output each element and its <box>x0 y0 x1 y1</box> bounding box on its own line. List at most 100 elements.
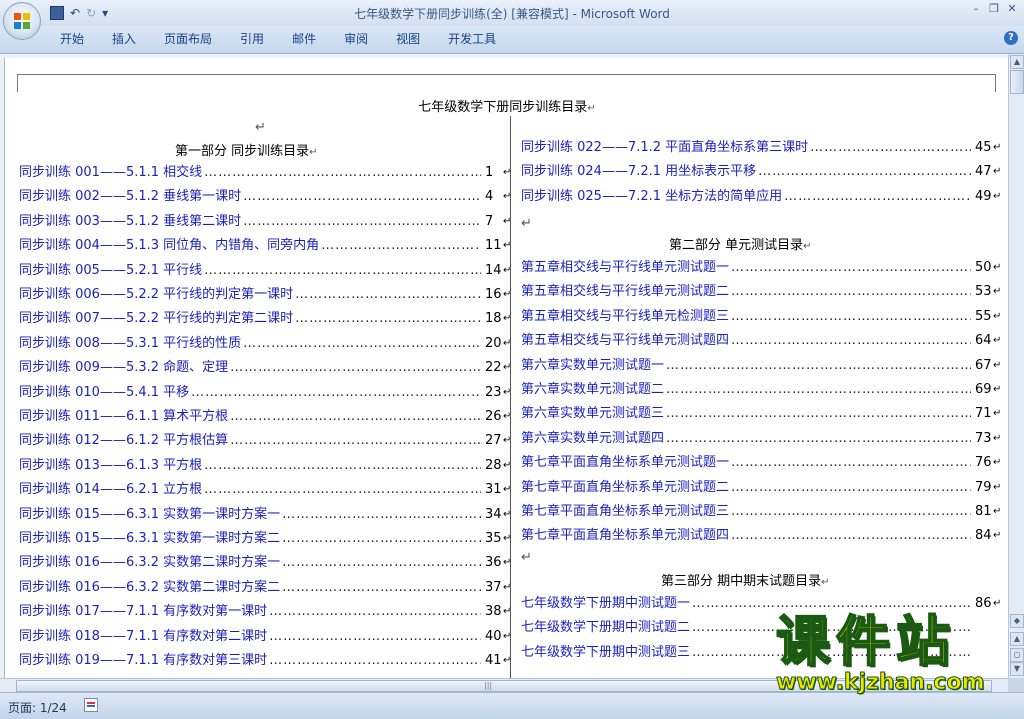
toc-entry[interactable]: 第五章相交线与平行线单元测试题四………………………………………………………………… <box>521 331 1001 351</box>
toc-entry[interactable]: 同步训练 012——6.1.2 平方根估算…………………………………………………… <box>19 431 511 451</box>
toc-entry[interactable]: 第六章实数单元测试题四……………………………………………………………………………… <box>521 429 1001 449</box>
toc-entry-label[interactable]: 同步训练 008——5.3.1 平行线的性质 <box>19 336 241 351</box>
tab-page-layout[interactable]: 页面布局 <box>150 30 226 48</box>
toc-entry-label[interactable]: 同步训练 009——5.3.2 命题、定理 <box>19 360 228 375</box>
toc-entry-label[interactable]: 同步训练 019——7.1.1 有序数对第三课时 <box>19 653 267 668</box>
toc-entry[interactable]: 第七章平面直角坐标系单元测试题四………………………………………………………………… <box>521 526 1001 546</box>
tab-references[interactable]: 引用 <box>226 30 278 48</box>
toc-entry[interactable]: 同步训练 001——5.1.1 相交线………………………………………………………… <box>19 163 511 183</box>
toc-entry-label[interactable]: 同步训练 025——7.2.1 坐标方法的简单应用 <box>521 189 782 204</box>
toc-entry-label[interactable]: 第五章相交线与平行线单元测试题二 <box>521 284 729 299</box>
toc-entry[interactable]: 同步训练 015——6.3.1 实数第一课时方案二………………………………………… <box>19 529 511 549</box>
toc-entry[interactable]: 同步训练 007——5.2.2 平行线的判定第二课时……………………………………… <box>19 309 511 329</box>
toc-entry[interactable]: 同步训练 022——7.1.2 平面直角坐标系第三课时…………………………………… <box>521 138 1001 158</box>
scroll-thumb[interactable] <box>1010 70 1024 94</box>
restore-icon[interactable]: ❐ <box>988 2 1000 15</box>
toc-entry-label[interactable]: 同步训练 006——5.2.2 平行线的判定第一课时 <box>19 287 293 302</box>
toc-entry-label[interactable]: 同步训练 015——6.3.1 实数第一课时方案二 <box>19 531 280 546</box>
toc-entry-label[interactable]: 同步训练 004——5.1.3 同位角、内错角、同旁内角 <box>19 238 319 253</box>
toc-entry[interactable]: 第五章相交线与平行线单元测试题二………………………………………………………………… <box>521 282 1001 302</box>
toc-entry[interactable]: 第六章实数单元测试题三……………………………………………………………………………… <box>521 404 1001 424</box>
toc-entry-label[interactable]: 同步训练 002——5.1.2 垂线第一课时 <box>19 189 241 204</box>
browse-object-icon[interactable]: ○ <box>1010 648 1024 662</box>
help-icon[interactable]: ? <box>1004 31 1018 45</box>
toc-entry-label[interactable]: 同步训练 007——5.2.2 平行线的判定第二课时 <box>19 311 293 326</box>
toc-entry-label[interactable]: 七年级数学下册期中测试题二 <box>521 620 690 635</box>
tab-mailings[interactable]: 邮件 <box>278 30 330 48</box>
toc-entry[interactable]: 同步训练 011——6.1.1 算术平方根…………………………………………………… <box>19 407 511 427</box>
toc-entry[interactable]: 同步训练 019——7.1.1 有序数对第三课时…………………………………………… <box>19 651 511 671</box>
toc-entry-label[interactable]: 第七章平面直角坐标系单元测试题二 <box>521 480 729 495</box>
toc-entry[interactable]: 同步训练 006——5.2.2 平行线的判定第一课时……………………………………… <box>19 285 511 305</box>
toc-entry[interactable]: 同步训练 008——5.3.1 平行线的性质………………………………………………… <box>19 334 511 354</box>
toc-entry[interactable]: 同步训练 002——5.1.2 垂线第一课时………………………………………………… <box>19 187 511 207</box>
toc-entry-label[interactable]: 第五章相交线与平行线单元测试题四 <box>521 333 729 348</box>
toc-entry-label[interactable]: 第五章相交线与平行线单元测试题一 <box>521 260 729 275</box>
toc-entry-label[interactable]: 第六章实数单元测试题三 <box>521 406 664 421</box>
next-page-icon[interactable]: ▼ <box>1010 662 1024 676</box>
toc-entry-label[interactable]: 第七章平面直角坐标系单元测试题一 <box>521 455 729 470</box>
toc-entry-label[interactable]: 同步训练 016——6.3.2 实数第二课时方案二 <box>19 580 280 595</box>
toc-entry[interactable]: 同步训练 017——7.1.1 有序数对第一课时…………………………………………… <box>19 602 511 622</box>
toc-entry[interactable]: 第六章实数单元测试题一……………………………………………………………………………… <box>521 356 1001 376</box>
toc-entry[interactable]: 第六章实数单元测试题二……………………………………………………………………………… <box>521 380 1001 400</box>
toc-leader-dots: …………………………………………………………………………………………………………… <box>269 604 481 620</box>
previous-page-icon[interactable]: ▲ <box>1010 632 1024 646</box>
tab-home[interactable]: 开始 <box>46 30 98 48</box>
toc-entry[interactable]: 同步训练 016——6.3.2 实数第二课时方案一………………………………………… <box>19 553 511 573</box>
toc-entry[interactable]: 同步训练 009——5.3.2 命题、定理…………………………………………………… <box>19 358 511 378</box>
office-button[interactable] <box>3 2 41 40</box>
document-page[interactable]: 七年级数学下册同步训练目录↵ 第一部分 同步训练目录↵ ↵ 同步训练 001——5.… <box>4 58 1009 678</box>
toc-entry-label[interactable]: 七年级数学下册期中测试题三 <box>521 645 690 660</box>
toc-entry-label[interactable]: 同步训练 024——7.2.1 用坐标表示平移 <box>521 164 756 179</box>
ruler-toggle-icon[interactable]: ◆ <box>1010 614 1024 628</box>
toc-entry-label[interactable]: 同步训练 016——6.3.2 实数第二课时方案一 <box>19 555 280 570</box>
toc-entry[interactable]: 同步训练 004——5.1.3 同位角、内错角、同旁内角………………………………… <box>19 236 511 256</box>
toc-entry[interactable]: 同步训练 014——6.2.1 立方根………………………………………………………… <box>19 480 511 500</box>
toc-entry-label[interactable]: 同步训练 001——5.1.1 相交线 <box>19 165 202 180</box>
toc-entry-label[interactable]: 第七章平面直角坐标系单元测试题四 <box>521 528 729 543</box>
toc-leader-dots: …………………………………………………………………………………………………………… <box>784 188 971 204</box>
minimize-icon[interactable]: – <box>970 2 982 15</box>
tab-insert[interactable]: 插入 <box>98 30 150 48</box>
tab-view[interactable]: 视图 <box>382 30 434 48</box>
toc-entry[interactable]: 同步训练 025——7.2.1 坐标方法的简单应用………………………………………… <box>521 187 1001 207</box>
tab-developer[interactable]: 开发工具 <box>434 30 510 48</box>
toc-entry-label[interactable]: 第六章实数单元测试题四 <box>521 431 664 446</box>
toc-entry-label[interactable]: 同步训练 005——5.2.1 平行线 <box>19 263 202 278</box>
toc-entry-label[interactable]: 同步训练 014——6.2.1 立方根 <box>19 482 202 497</box>
toc-entry[interactable]: 第七章平面直角坐标系单元测试题二………………………………………………………………… <box>521 478 1001 498</box>
toc-entry[interactable]: 第七章平面直角坐标系单元测试题一………………………………………………………………… <box>521 453 1001 473</box>
vertical-scrollbar[interactable]: ▲ ◆ ▲ ○ ▼ <box>1008 54 1024 678</box>
page-indicator[interactable]: 页面: 1/24 <box>8 699 67 716</box>
toc-entry[interactable]: 同步训练 013——6.1.3 平方根………………………………………………………… <box>19 456 511 476</box>
toc-entry[interactable]: 第五章相交线与平行线单元检测题三………………………………………………………………… <box>521 307 1001 327</box>
toc-entry-label[interactable]: 同步训练 010——5.4.1 平移 <box>19 385 189 400</box>
toc-entry-label[interactable]: 第七章平面直角坐标系单元测试题三 <box>521 504 729 519</box>
toc-entry-label[interactable]: 同步训练 012——6.1.2 平方根估算 <box>19 433 228 448</box>
toc-entry[interactable]: 第五章相交线与平行线单元测试题一………………………………………………………………… <box>521 258 1001 278</box>
toc-entry-label[interactable]: 同步训练 003——5.1.2 垂线第二课时 <box>19 214 241 229</box>
proofing-icon[interactable] <box>84 698 98 712</box>
toc-entry-label[interactable]: 同步训练 022——7.1.2 平面直角坐标系第三课时 <box>521 140 808 155</box>
toc-entry[interactable]: 同步训练 024——7.2.1 用坐标表示平移……………………………………………… <box>521 162 1001 182</box>
toc-entry-label[interactable]: 同步训练 011——6.1.1 算术平方根 <box>19 409 228 424</box>
toc-entry-label[interactable]: 第六章实数单元测试题二 <box>521 382 664 397</box>
toc-entry-label[interactable]: 同步训练 018——7.1.1 有序数对第二课时 <box>19 629 267 644</box>
toc-entry[interactable]: 同步训练 016——6.3.2 实数第二课时方案二………………………………………… <box>19 578 511 598</box>
toc-entry[interactable]: 同步训练 010——5.4.1 平移…………………………………………………………… <box>19 383 511 403</box>
toc-entry[interactable]: 同步训练 015——6.3.1 实数第一课时方案一………………………………………… <box>19 505 511 525</box>
toc-entry-label[interactable]: 同步训练 017——7.1.1 有序数对第一课时 <box>19 604 267 619</box>
toc-entry[interactable]: 同步训练 018——7.1.1 有序数对第二课时…………………………………………… <box>19 627 511 647</box>
tab-review[interactable]: 审阅 <box>330 30 382 48</box>
toc-entry-label[interactable]: 第六章实数单元测试题一 <box>521 358 664 373</box>
toc-entry-label[interactable]: 同步训练 013——6.1.3 平方根 <box>19 458 202 473</box>
scroll-up-icon[interactable]: ▲ <box>1010 55 1024 69</box>
toc-entry[interactable]: 同步训练 005——5.2.1 平行线………………………………………………………… <box>19 261 511 281</box>
toc-entry[interactable]: 第七章平面直角坐标系单元测试题三………………………………………………………………… <box>521 502 1001 522</box>
toc-entry[interactable]: 同步训练 003——5.1.2 垂线第二课时………………………………………………… <box>19 212 511 232</box>
close-icon[interactable]: ✕ <box>1006 2 1018 15</box>
toc-entry-label[interactable]: 第五章相交线与平行线单元检测题三 <box>521 309 729 324</box>
toc-entry-label[interactable]: 同步训练 015——6.3.1 实数第一课时方案一 <box>19 507 280 522</box>
toc-entry-label[interactable]: 七年级数学下册期中测试题一 <box>521 596 690 611</box>
